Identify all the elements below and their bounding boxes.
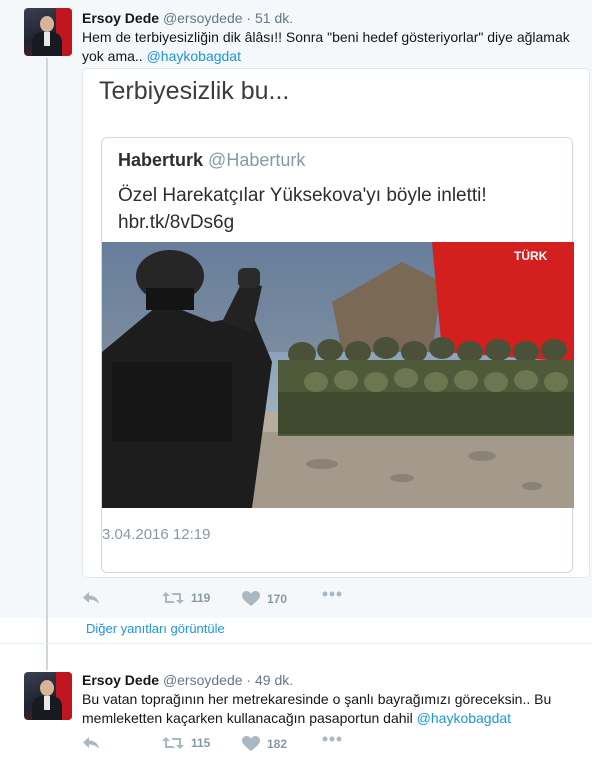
tweet-actions: 115 182 [82,736,382,756]
tweet-header: Ersoy Dede @ersoydede · 51 dk. [82,10,293,26]
like-count: 170 [267,592,288,606]
username[interactable]: @ersoydede [163,672,243,688]
quoted-fullname: Haberturk [118,150,204,170]
avatar[interactable] [24,8,72,56]
more-icon [322,736,342,742]
more-icon [322,591,342,597]
quoted-text: Özel Harekatçılar Yüksekova'yı böyle inl… [118,182,487,236]
mention-link[interactable]: @haykobagdat [147,48,241,64]
retweet-icon [162,737,184,749]
fullname[interactable]: Ersoy Dede [82,10,159,26]
retweet-button[interactable]: 119 [162,591,210,605]
more-button[interactable] [322,736,342,742]
retweet-count: 115 [191,736,211,750]
reply-icon [83,592,99,604]
timestamp[interactable]: 49 dk. [255,672,293,688]
media-card[interactable]: Terbiyesizlik bu... Haberturk @Haberturk… [82,68,590,578]
heart-icon [242,591,260,606]
reply-icon [83,737,99,749]
separator-dot: · [246,672,252,688]
tweet-text-line: memleketten kaçarken kullanacağın pasapo… [82,710,417,726]
quoted-author: Haberturk @Haberturk [118,150,305,171]
fullname[interactable]: Ersoy Dede [82,672,159,688]
retweet-count: 119 [191,591,211,605]
quoted-link: hbr.tk/8vDs6g [118,212,235,233]
media-caption: Terbiyesizlik bu... [99,77,290,105]
timestamp[interactable]: 51 dk. [255,10,293,26]
retweet-icon [162,592,184,604]
tweet-text: Bu vatan toprağının her metrekaresinde o… [82,690,588,728]
divider [0,643,592,644]
tweet-text-line: yok ama.. [82,48,147,64]
tweet-text-line: Hem de terbiyesizliğin dik âlâsı!! Sonra… [82,29,570,45]
quoted-photo: TÜRK [102,242,574,508]
quoted-tweet: Haberturk @Haberturk Özel Harekatçılar Y… [101,137,574,573]
thread-connector-line [46,58,48,670]
like-count: 182 [267,737,288,751]
username[interactable]: @ersoydede [163,10,243,26]
retweet-button[interactable]: 115 [162,736,210,750]
quoted-date: 3.04.2016 12:19 [102,526,211,543]
reply-button[interactable] [82,736,100,750]
quoted-text-line: Özel Harekatçılar Yüksekova'yı böyle inl… [118,185,487,206]
tweet-text: Hem de terbiyesizliğin dik âlâsı!! Sonra… [82,28,588,66]
view-more-replies-link[interactable]: Diğer yanıtları görüntüle [86,621,225,636]
tweet-text-line: Bu vatan toprağının her metrekaresinde o… [82,691,552,707]
like-button[interactable]: 182 [242,736,287,752]
photo-watermark: TÜRK [514,248,548,263]
mention-link[interactable]: @haykobagdat [417,710,511,726]
avatar[interactable] [24,672,72,720]
tweet-actions: 119 170 [82,591,382,611]
heart-icon [242,736,260,751]
more-button[interactable] [322,591,342,597]
like-button[interactable]: 170 [242,591,287,607]
quoted-username: @Haberturk [208,150,306,170]
reply-button[interactable] [82,591,100,605]
tweet-header: Ersoy Dede @ersoydede · 49 dk. [82,672,293,688]
separator-dot: · [246,10,252,26]
